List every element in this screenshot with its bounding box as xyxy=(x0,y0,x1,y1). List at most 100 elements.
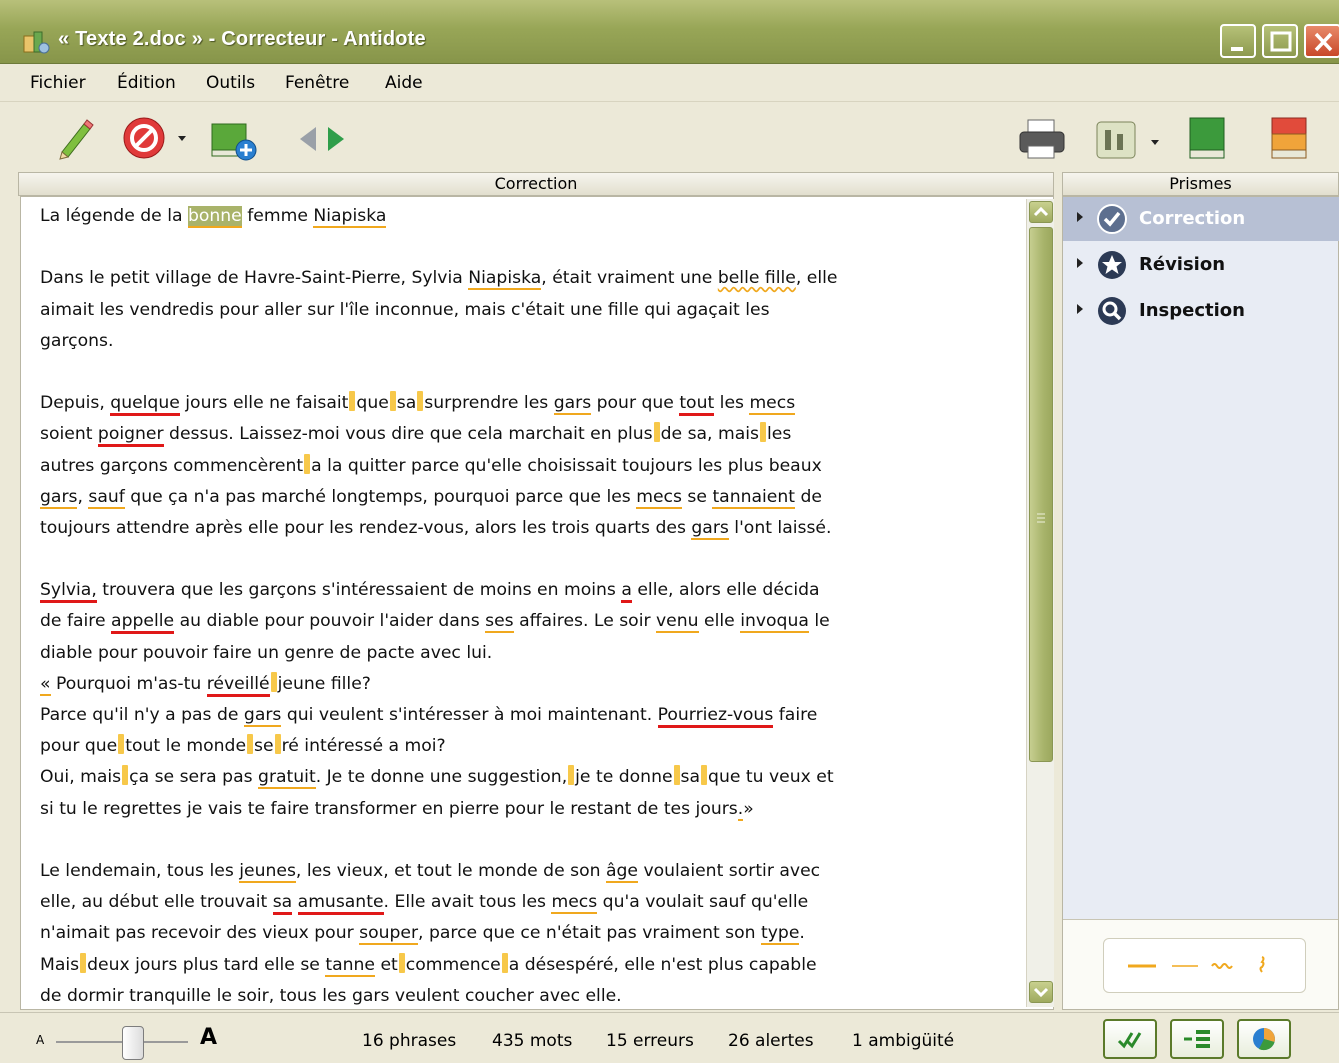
error-sa[interactable]: sa xyxy=(272,892,293,916)
menu-fenetre[interactable]: Fenêtre xyxy=(285,73,349,93)
space-alert-marker[interactable] xyxy=(247,734,254,755)
font-size-slider-thumb[interactable] xyxy=(122,1026,144,1060)
text-line: Mais deux jours plus tard elle se tanne e… xyxy=(40,952,817,977)
scroll-up-button[interactable] xyxy=(1029,201,1053,223)
word-bonne[interactable]: bonne xyxy=(187,206,242,228)
alert-jeunes[interactable]: jeunes xyxy=(239,860,296,883)
error-tout[interactable]: tout xyxy=(679,393,715,417)
alert-guillemet[interactable]: « xyxy=(40,673,51,696)
window-title: « Texte 2.doc » - Correcteur - Antidote xyxy=(58,28,426,50)
menu-aide[interactable]: Aide xyxy=(385,73,423,93)
star-icon xyxy=(1098,251,1126,279)
expand-arrow-icon[interactable] xyxy=(1077,258,1083,268)
text-line: Depuis, quelque jours elle ne faisait que… xyxy=(40,388,1030,419)
space-alert-marker[interactable] xyxy=(673,765,680,786)
alert-gars[interactable]: gars xyxy=(40,486,78,509)
space-alert-marker[interactable] xyxy=(118,734,125,755)
error-pourriez-vous[interactable]: Pourriez-vous xyxy=(657,705,774,728)
alert-mecs[interactable]: mecs xyxy=(636,486,682,509)
view-options-icon[interactable] xyxy=(1095,118,1165,162)
pie-chart-icon xyxy=(1253,1028,1275,1051)
space-alert-marker[interactable] xyxy=(501,952,508,973)
alert-sauf[interactable]: sauf xyxy=(88,486,125,509)
alert-tannaient[interactable]: tannaient xyxy=(712,486,796,509)
scroll-down-button[interactable] xyxy=(1029,981,1053,1003)
space-alert-marker[interactable] xyxy=(760,422,766,443)
chevron-up-icon xyxy=(1033,206,1049,217)
alert-souper[interactable]: souper xyxy=(359,923,419,946)
prev-arrow-icon[interactable] xyxy=(300,127,316,151)
expand-arrow-icon[interactable] xyxy=(1077,212,1083,222)
alert-tanne[interactable]: tanne xyxy=(325,954,375,977)
text-line: de faire appelle au diable pour pouvoir … xyxy=(40,606,1030,637)
correct-all-button[interactable] xyxy=(1103,1019,1157,1059)
space-alert-marker[interactable] xyxy=(568,765,575,786)
antidote-app-icon[interactable] xyxy=(22,28,50,56)
maximize-button[interactable] xyxy=(1262,24,1298,58)
space-alert-marker[interactable] xyxy=(274,734,281,755)
error-quelque[interactable]: quelque xyxy=(110,393,180,417)
alert-invoqua[interactable]: invoqua xyxy=(740,611,809,634)
alert-mecs[interactable]: mecs xyxy=(551,892,598,915)
next-arrow-icon[interactable] xyxy=(328,127,344,151)
add-book-icon[interactable] xyxy=(210,118,258,162)
space-alert-marker[interactable] xyxy=(398,952,405,973)
word-niapiska[interactable]: Niapiska xyxy=(313,206,387,228)
space-alert-marker[interactable] xyxy=(417,391,424,412)
document-editor[interactable]: La légende de la bonne femme Niapiska Da… xyxy=(20,196,1054,1010)
prism-label: Inspection xyxy=(1139,300,1245,321)
check-marks-icon xyxy=(1117,1032,1142,1049)
word-niapiska[interactable]: Niapiska xyxy=(468,268,542,291)
error-sylvia[interactable]: Sylvia, xyxy=(40,580,97,604)
space-alert-marker[interactable] xyxy=(304,453,311,474)
close-button[interactable] xyxy=(1304,24,1339,58)
prism-inspection[interactable]: Inspection xyxy=(1063,289,1339,333)
print-icon[interactable] xyxy=(1018,118,1066,162)
prism-revision[interactable]: Révision xyxy=(1063,243,1339,287)
space-alert-marker[interactable] xyxy=(80,952,87,973)
space-alert-marker[interactable] xyxy=(270,671,277,692)
word-belle-fille[interactable]: belle fille xyxy=(718,268,796,288)
menu-edition[interactable]: Édition xyxy=(117,73,176,93)
error-amusante[interactable]: amusante xyxy=(297,892,384,916)
alert-type[interactable]: type xyxy=(761,923,800,946)
space-alert-marker[interactable] xyxy=(653,422,660,443)
expand-arrow-icon[interactable] xyxy=(1077,304,1083,314)
alert-ses[interactable]: ses xyxy=(485,611,514,634)
toolbar xyxy=(0,102,1339,172)
menu-outils[interactable]: Outils xyxy=(206,73,255,93)
text-line: de dormir tranquille le soir, tous les g… xyxy=(40,985,622,1006)
vertical-scrollbar[interactable] xyxy=(1026,199,1054,1007)
underline-legend[interactable] xyxy=(1103,938,1306,993)
alert-gratuit[interactable]: gratuit xyxy=(258,767,316,790)
green-book-icon[interactable] xyxy=(1186,116,1230,162)
alert-gars[interactable]: gars xyxy=(553,393,592,416)
error-poigner[interactable]: poigner xyxy=(97,424,164,448)
scroll-thumb[interactable] xyxy=(1029,227,1053,762)
error-appelle[interactable]: appelle xyxy=(111,611,175,635)
space-alert-marker[interactable] xyxy=(389,391,396,412)
menu-fichier[interactable]: Fichier xyxy=(30,73,86,93)
space-alert-marker[interactable] xyxy=(122,765,129,786)
stop-icon[interactable] xyxy=(122,114,188,162)
list-icon xyxy=(1184,1030,1210,1048)
list-view-button[interactable] xyxy=(1170,1019,1224,1059)
error-reveille[interactable]: réveillé xyxy=(206,673,270,697)
error-a[interactable]: a xyxy=(621,580,632,604)
prism-correction[interactable]: Correction xyxy=(1063,197,1339,241)
minimize-button[interactable] xyxy=(1220,24,1256,58)
alert-venu[interactable]: venu xyxy=(656,611,699,634)
red-book-icon[interactable] xyxy=(1268,116,1312,162)
space-alert-marker[interactable] xyxy=(349,391,356,412)
magnifier-icon xyxy=(1098,297,1126,325)
alert-gars[interactable]: gars xyxy=(691,517,729,540)
check-icon xyxy=(1097,204,1127,234)
alert-mecs[interactable]: mecs xyxy=(749,393,796,416)
space-alert-marker[interactable] xyxy=(701,765,708,786)
statistics-button[interactable] xyxy=(1237,1019,1291,1059)
document-text[interactable]: La légende de la bonne femme Niapiska Da… xyxy=(40,201,1030,1009)
alert-gars[interactable]: gars xyxy=(243,705,282,727)
pencil-icon[interactable] xyxy=(54,116,96,160)
alert-age[interactable]: âge xyxy=(605,860,638,883)
